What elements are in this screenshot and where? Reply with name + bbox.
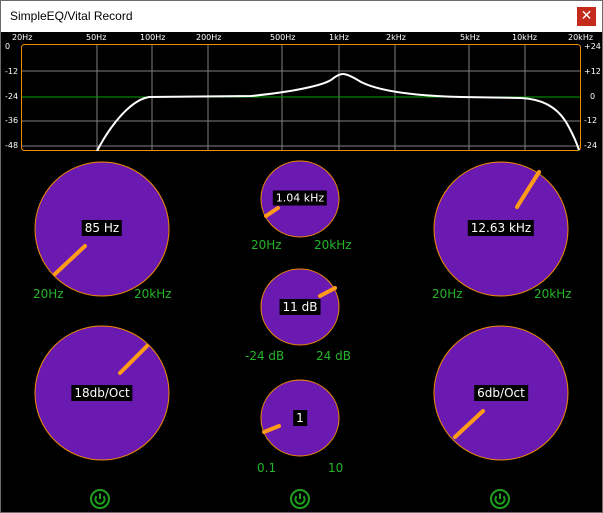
highcut-freq-min-label: 20Hz bbox=[432, 287, 463, 301]
highcut-slope-value: 6db/Oct bbox=[474, 385, 528, 401]
highcut-freq-knob[interactable]: 12.63 kHz bbox=[433, 161, 569, 301]
window-title: SimpleEQ/Vital Record bbox=[10, 9, 133, 23]
db-label-right-2: 0 bbox=[590, 92, 596, 101]
freq-label-100hz: 100Hz bbox=[140, 33, 166, 42]
peak-freq-knob[interactable]: 1.04 kHz bbox=[260, 160, 340, 242]
highcut-bypass-button[interactable] bbox=[490, 489, 510, 509]
lowcut-freq-knob[interactable]: 85 Hz bbox=[34, 161, 170, 301]
peak-bypass-button[interactable] bbox=[290, 489, 310, 509]
peak-gain-knob[interactable]: 11 dB bbox=[260, 268, 340, 350]
lowcut-freq-value: 85 Hz bbox=[81, 220, 123, 236]
close-icon: ✕ bbox=[580, 8, 593, 24]
power-icon bbox=[490, 489, 510, 509]
freq-label-2khz: 2kHz bbox=[386, 33, 406, 42]
freq-label-500hz: 500Hz bbox=[270, 33, 296, 42]
db-label-left-3: -36 bbox=[5, 116, 19, 125]
peak-quality-value: 1 bbox=[293, 410, 307, 426]
close-button[interactable]: ✕ bbox=[577, 7, 596, 26]
db-label-left-4: -48 bbox=[5, 141, 19, 150]
peak-gain-value: 11 dB bbox=[279, 299, 321, 315]
power-icon bbox=[290, 489, 310, 509]
lowcut-bypass-button[interactable] bbox=[90, 489, 110, 509]
peak-freq-min-label: 20Hz bbox=[251, 238, 282, 252]
peak-freq-value: 1.04 kHz bbox=[272, 190, 328, 206]
plugin-window: SimpleEQ/Vital Record ✕ 20Hz 50Hz 100Hz … bbox=[0, 0, 603, 513]
db-label-right-1: +12 bbox=[584, 67, 601, 76]
freq-label-20khz-right: 20kHz bbox=[568, 33, 594, 42]
freq-label-5khz: 5kHz bbox=[460, 33, 480, 42]
power-icon bbox=[90, 489, 110, 509]
freq-label-10khz: 10kHz bbox=[512, 33, 538, 42]
response-curve-display bbox=[21, 44, 581, 151]
freq-label-20hz: 20Hz bbox=[12, 33, 33, 42]
freq-label-200hz: 200Hz bbox=[196, 33, 222, 42]
db-label-left-2: -24 bbox=[5, 92, 19, 101]
freq-label-1khz: 1kHz bbox=[329, 33, 349, 42]
db-label-left-1: -12 bbox=[5, 67, 19, 76]
lowcut-slope-knob[interactable]: 18db/Oct bbox=[34, 325, 170, 465]
peak-quality-min-label: 0.1 bbox=[257, 461, 277, 475]
db-label-left-0: 0 bbox=[5, 42, 11, 51]
lowcut-slope-value: 18db/Oct bbox=[71, 385, 133, 401]
peak-gain-min-label: -24 dB bbox=[245, 349, 285, 363]
highcut-freq-value: 12.63 kHz bbox=[467, 220, 535, 236]
peak-quality-knob[interactable]: 1 bbox=[260, 379, 340, 461]
lowcut-freq-max-label: 20kHz bbox=[134, 287, 172, 301]
title-bar: SimpleEQ/Vital Record ✕ bbox=[1, 1, 602, 32]
db-label-right-0: +24 bbox=[584, 42, 601, 51]
highcut-freq-max-label: 20kHz bbox=[534, 287, 572, 301]
db-label-right-4: -24 bbox=[584, 141, 598, 150]
lowcut-freq-min-label: 20Hz bbox=[33, 287, 64, 301]
peak-freq-max-label: 20kHz bbox=[314, 238, 352, 252]
db-label-right-3: -12 bbox=[584, 116, 598, 125]
freq-label-50hz: 50Hz bbox=[86, 33, 107, 42]
peak-gain-max-label: 24 dB bbox=[316, 349, 351, 363]
peak-quality-max-label: 10 bbox=[328, 461, 344, 475]
highcut-slope-knob[interactable]: 6db/Oct bbox=[433, 325, 569, 465]
